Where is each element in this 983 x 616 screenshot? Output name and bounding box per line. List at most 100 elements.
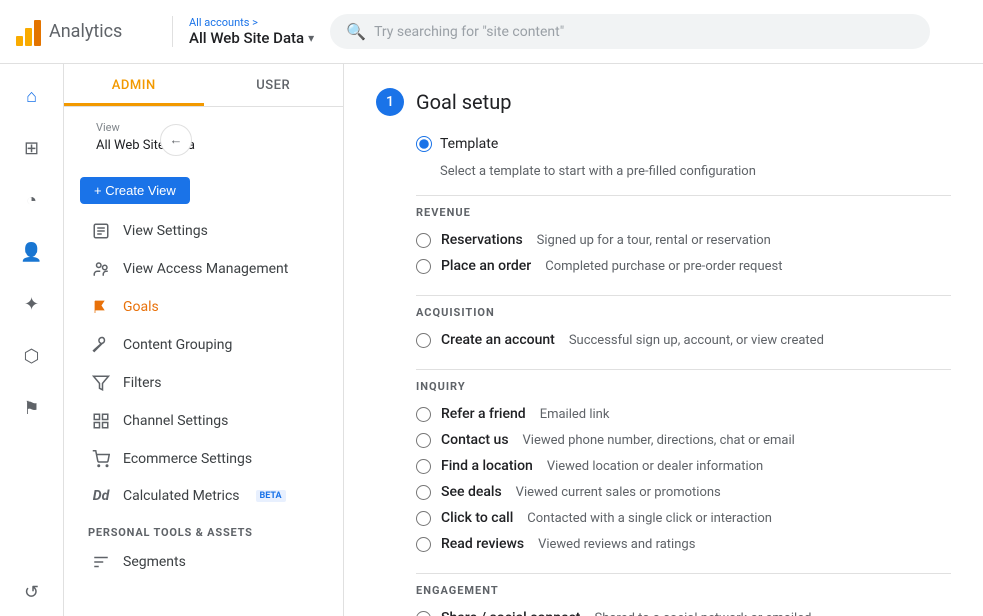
sidebar: ADMIN USER View All Web Site Data + Crea…: [64, 64, 344, 616]
sidebar-item-goals[interactable]: Goals: [64, 288, 343, 326]
sidebar-item-segments[interactable]: Segments: [64, 543, 343, 581]
chevron-down-icon: ▾: [308, 31, 314, 45]
category-engagement: ENGAGEMENT Share / social connect Shared…: [416, 573, 951, 616]
category-header-acquisition: ACQUISITION: [416, 295, 951, 319]
template-section: Template Select a template to start with…: [416, 136, 951, 616]
goal-desc: Contacted with a single click or interac…: [527, 511, 772, 526]
search-placeholder: Try searching for "site content": [374, 24, 564, 40]
goal-desc: Viewed location or dealer information: [547, 459, 763, 474]
sidebar-item-label: Content Grouping: [123, 337, 232, 353]
view-label: View: [80, 115, 327, 136]
sidebar-item-label: View Settings: [123, 223, 208, 239]
create-account-radio[interactable]: [416, 333, 431, 348]
read-reviews-radio[interactable]: [416, 537, 431, 552]
sidebar-item-view-settings[interactable]: View Settings: [64, 212, 343, 250]
search-icon: 🔍: [346, 22, 366, 41]
goal-option-click-to-call: Click to call Contacted with a single cl…: [416, 505, 951, 531]
sidebar-item-label: Calculated Metrics: [123, 488, 240, 504]
nav-acquisition[interactable]: ✦: [8, 280, 56, 328]
doc-icon: [91, 222, 111, 240]
sidebar-item-filters[interactable]: Filters: [64, 364, 343, 402]
segments-icon: [91, 553, 111, 571]
goal-desc: Emailed link: [540, 407, 610, 422]
goal-name: Find a location: [441, 458, 533, 474]
goal-name: Share / social connect: [441, 610, 580, 616]
sidebar-item-label: Ecommerce Settings: [123, 451, 252, 467]
account-selector[interactable]: All accounts > All Web Site Data ▾: [172, 16, 314, 47]
goal-name: Read reviews: [441, 536, 524, 552]
create-view-button[interactable]: + Create View: [80, 177, 190, 204]
template-label: Template: [440, 136, 498, 152]
nav-behavior[interactable]: ⬡: [8, 332, 56, 380]
category-revenue: REVENUE Reservations Signed up for a tou…: [416, 195, 951, 279]
goal-option-see-deals: See deals Viewed current sales or promot…: [416, 479, 951, 505]
goal-desc: Viewed phone number, directions, chat or…: [523, 433, 795, 448]
header: Analytics All accounts > All Web Site Da…: [0, 0, 983, 64]
logo-area: Analytics: [16, 18, 156, 46]
goal-option-share-social: Share / social connect Shared to a socia…: [416, 605, 951, 616]
sidebar-item-label: Filters: [123, 375, 162, 391]
goal-option-refer-friend: Refer a friend Emailed link: [416, 401, 951, 427]
goal-desc: Completed purchase or pre-order request: [545, 259, 782, 274]
search-bar[interactable]: 🔍 Try searching for "site content": [330, 14, 930, 49]
nav-audience[interactable]: 👤: [8, 228, 56, 276]
nav-undo[interactable]: ↺: [8, 568, 56, 616]
app-title: Analytics: [49, 21, 122, 42]
share-social-radio[interactable]: [416, 611, 431, 616]
sidebar-item-label: Channel Settings: [123, 413, 228, 429]
sidebar-item-content-grouping[interactable]: Content Grouping: [64, 326, 343, 364]
account-name-row[interactable]: All Web Site Data ▾: [189, 29, 314, 47]
category-header-revenue: REVENUE: [416, 195, 951, 219]
sidebar-item-label: Segments: [123, 554, 186, 570]
main-content: 1 Goal setup Template Select a template …: [344, 64, 983, 616]
create-view-area: View All Web Site Data: [64, 107, 343, 169]
all-accounts-link[interactable]: All accounts >: [189, 16, 258, 29]
goal-desc: Signed up for a tour, rental or reservat…: [537, 233, 771, 248]
sidebar-item-ecommerce[interactable]: Ecommerce Settings: [64, 440, 343, 478]
place-order-radio[interactable]: [416, 259, 431, 274]
goal-name: Reservations: [441, 232, 523, 248]
refer-friend-radio[interactable]: [416, 407, 431, 422]
cart-icon: [91, 450, 111, 468]
template-description: Select a template to start with a pre-fi…: [440, 164, 756, 179]
goal-name: Place an order: [441, 258, 531, 274]
goal-name: Contact us: [441, 432, 509, 448]
sidebar-item-calculated-metrics[interactable]: Dd Calculated Metrics BETA: [64, 478, 343, 514]
sidebar-item-label: View Access Management: [123, 261, 288, 277]
sidebar-tabs: ADMIN USER: [64, 64, 343, 107]
reservations-radio[interactable]: [416, 233, 431, 248]
goal-desc: Viewed current sales or promotions: [516, 485, 721, 500]
find-location-radio[interactable]: [416, 459, 431, 474]
goal-desc: Viewed reviews and ratings: [538, 537, 695, 552]
goal-desc: Shared to a social network or emailed: [594, 611, 811, 616]
see-deals-radio[interactable]: [416, 485, 431, 500]
contact-us-radio[interactable]: [416, 433, 431, 448]
goal-option-contact-us: Contact us Viewed phone number, directio…: [416, 427, 951, 453]
category-acquisition: ACQUISITION Create an account Successful…: [416, 295, 951, 353]
filter-icon: [91, 374, 111, 392]
tool-icon: [91, 336, 111, 354]
account-breadcrumb: All accounts >: [189, 16, 314, 29]
goal-option-find-location: Find a location Viewed location or deale…: [416, 453, 951, 479]
back-button[interactable]: ←: [160, 124, 192, 156]
sidebar-item-channel-settings[interactable]: Channel Settings: [64, 402, 343, 440]
main-layout: ⌂ ⊞ ◔ 👤 ✦ ⬡ ⚑ ↺ ADMIN USER View All Web …: [0, 64, 983, 616]
nav-dashboard[interactable]: ⊞: [8, 124, 56, 172]
category-header-engagement: ENGAGEMENT: [416, 573, 951, 597]
account-name: All Web Site Data: [189, 29, 304, 47]
view-name: All Web Site Data: [80, 136, 327, 161]
tab-admin[interactable]: ADMIN: [64, 64, 204, 106]
sidebar-item-label: Goals: [123, 299, 159, 315]
goal-option-read-reviews: Read reviews Viewed reviews and ratings: [416, 531, 951, 557]
tab-user[interactable]: USER: [204, 64, 344, 106]
goal-option-place-order: Place an order Completed purchase or pre…: [416, 253, 951, 279]
nav-flag[interactable]: ⚑: [8, 384, 56, 432]
sidebar-item-view-access[interactable]: View Access Management: [64, 250, 343, 288]
nav-clock[interactable]: ◔: [8, 176, 56, 224]
template-radio[interactable]: [416, 136, 432, 152]
nav-home[interactable]: ⌂: [8, 72, 56, 120]
goal-option-reservations: Reservations Signed up for a tour, renta…: [416, 227, 951, 253]
goal-option-create-account: Create an account Successful sign up, ac…: [416, 327, 951, 353]
click-to-call-radio[interactable]: [416, 511, 431, 526]
logo-icon: [16, 18, 41, 46]
